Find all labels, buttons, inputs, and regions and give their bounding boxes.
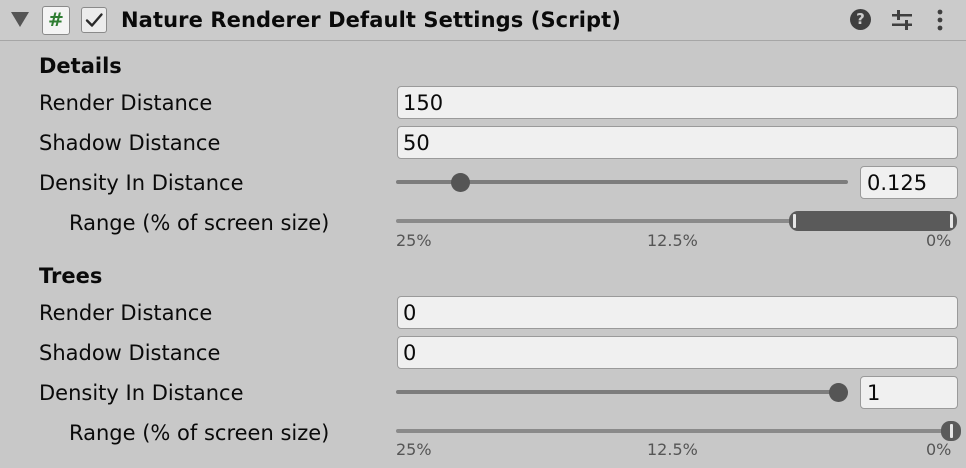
details-range-fill[interactable] (788, 211, 957, 231)
details-range-tick-left: 25% (396, 231, 432, 250)
trees-density-field[interactable] (860, 376, 958, 409)
trees-range-handle[interactable] (950, 424, 954, 438)
section-title-details: Details (39, 54, 122, 78)
help-icon[interactable]: ? (850, 9, 871, 30)
trees-range-tick-left: 25% (396, 440, 432, 459)
trees-range-label: Range (% of screen size) (69, 421, 330, 445)
trees-render-distance-field[interactable] (397, 296, 958, 329)
trees-range-tick-mid: 12.5% (647, 440, 698, 459)
details-range-max-handle[interactable] (949, 214, 953, 228)
details-range-label: Range (% of screen size) (69, 211, 330, 235)
details-density-slider-thumb[interactable] (450, 173, 470, 192)
details-density-field[interactable] (860, 166, 958, 199)
trees-range-tick-right: 0% (926, 440, 952, 459)
trees-shadow-distance-label: Shadow Distance (39, 341, 221, 365)
details-render-distance-label: Render Distance (39, 91, 213, 115)
script-icon: # (42, 6, 70, 35)
details-density-label: Density In Distance (39, 171, 244, 195)
section-title-trees: Trees (39, 264, 103, 288)
trees-range-slider[interactable] (396, 429, 957, 433)
presets-icon[interactable] (890, 9, 914, 31)
details-range-min-handle[interactable] (792, 214, 796, 228)
trees-shadow-distance-field[interactable] (397, 336, 958, 369)
trees-density-label: Density In Distance (39, 381, 244, 405)
trees-render-distance-label: Render Distance (39, 301, 213, 325)
component-title: Nature Renderer Default Settings (Script… (121, 8, 621, 32)
details-shadow-distance-label: Shadow Distance (39, 131, 221, 155)
details-range-tick-mid: 12.5% (647, 231, 698, 250)
trees-range-fill[interactable] (941, 421, 962, 441)
details-range-tick-right: 0% (926, 231, 952, 250)
trees-density-slider[interactable] (396, 390, 848, 394)
checkmark-icon (85, 13, 103, 27)
more-options-icon[interactable] (930, 8, 950, 32)
foldout-arrow-icon[interactable] (11, 12, 29, 27)
details-shadow-distance-field[interactable] (397, 126, 958, 159)
enable-checkbox[interactable] (81, 7, 107, 33)
details-render-distance-field[interactable] (397, 86, 958, 119)
trees-density-slider-thumb[interactable] (828, 383, 848, 402)
component-header: # Nature Renderer Default Settings (Scri… (0, 0, 966, 41)
